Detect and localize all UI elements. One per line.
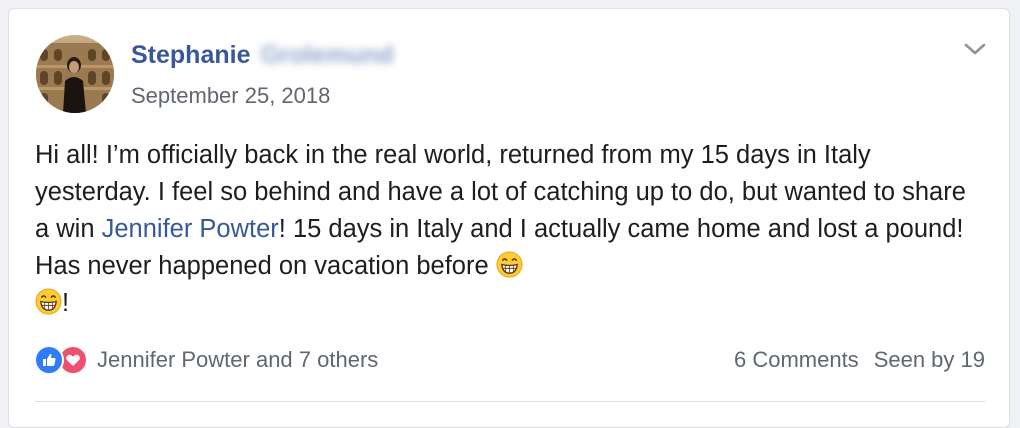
post-text-part3: !: [62, 289, 70, 317]
avatar[interactable]: [36, 35, 114, 113]
mention-link[interactable]: Jennifer Powter: [102, 215, 279, 243]
author-last-name-blurred: Grolemund: [260, 41, 394, 69]
like-icon: [34, 345, 64, 375]
seen-by-link[interactable]: Seen by 19: [874, 347, 985, 373]
post-timestamp[interactable]: September 25, 2018: [131, 83, 330, 109]
post-text: Hi all! I’m officially back in the real …: [35, 137, 985, 322]
reaction-summary[interactable]: Jennifer Powter and 7 others: [34, 345, 378, 375]
author-first-name[interactable]: Stephanie: [131, 41, 250, 70]
post-stats: 6 Comments Seen by 19: [734, 347, 985, 373]
divider: [35, 401, 985, 402]
comments-count-link[interactable]: 6 Comments: [734, 347, 859, 373]
reaction-summary-text: Jennifer Powter and 7 others: [97, 347, 379, 372]
author-name[interactable]: Stephanie Grolemund: [131, 41, 394, 70]
post-card: Stephanie Grolemund September 25, 2018 H…: [8, 8, 1010, 428]
chevron-down-icon[interactable]: [963, 39, 987, 59]
grinning-face-icon: [35, 288, 62, 315]
grinning-face-icon: [496, 251, 523, 278]
